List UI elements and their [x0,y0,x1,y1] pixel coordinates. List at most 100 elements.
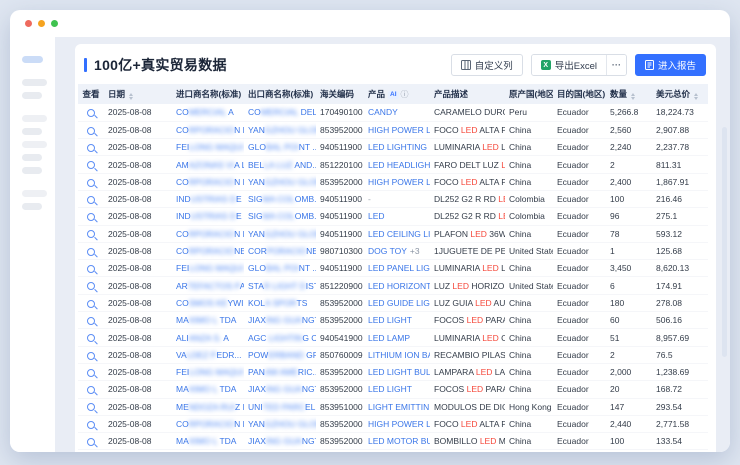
row-product[interactable]: LIGHT EMITTIN+1 [364,398,430,415]
row-importer[interactable]: COMERCIAL A [172,104,244,121]
view-details-icon[interactable] [87,179,95,187]
row-exporter[interactable]: JIAXING GUANGT... [244,381,316,398]
row-product[interactable]: LED MOTOR BULB [364,433,430,450]
row-product[interactable]: HIGH POWER LED F [364,121,430,138]
row-importer[interactable]: COSMOS KEYWI... [172,294,244,311]
row-exporter[interactable]: YANGZHOU GLOBAL LI... [244,173,316,190]
row-origin: China [505,363,553,380]
customize-columns-button[interactable]: 自定义列 [451,54,523,76]
export-excel-button[interactable]: X 导出Excel [532,55,606,75]
row-exporter[interactable]: JIAXING GUANGT... [244,312,316,329]
view-details-icon[interactable] [87,438,95,446]
row-importer[interactable]: MAXIMO L TDA [172,433,244,450]
row-product[interactable]: HIGH POWER LED F [364,173,430,190]
row-description: RECAMBIO PILAS RE [430,346,505,363]
row-importer[interactable]: MAXIMO L TDA [172,381,244,398]
row-product[interactable]: LITHIUM ION BATTE [364,346,430,363]
view-details-icon[interactable] [87,127,95,135]
row-product[interactable]: LED LIGHTING+1 [364,139,430,156]
row-exporter[interactable]: SIGMA COLOMB... [244,208,316,225]
col-product: 产品AIⓘ [364,84,430,104]
zoom-window-icon[interactable] [51,20,58,27]
row-exporter[interactable]: CORPORACIONES... [244,242,316,259]
row-importer[interactable]: FEILONG MAQUINA ... [172,260,244,277]
row-product[interactable]: HIGH POWER LED F [364,415,430,432]
row-importer[interactable]: CORPORACION E... [172,415,244,432]
row-importer[interactable]: ARTEFACTOS PARA... [172,277,244,294]
row-exporter[interactable]: BELLA LUZ AND... [244,156,316,173]
row-importer[interactable]: FEILONG MAQUINA ... [172,139,244,156]
row-product[interactable]: LED LIGHT BULB [364,363,430,380]
row-importer[interactable]: CORPORACIONES... [172,242,244,259]
row-product[interactable]: DOG TOY+3 [364,242,430,259]
row-exporter[interactable]: STAR LIGHT DIST... [244,277,316,294]
row-exporter[interactable]: YANGZHOU GLOBAL LI... [244,121,316,138]
row-exporter[interactable]: SIGMA COLOMB... [244,190,316,207]
view-details-icon[interactable] [87,213,95,221]
row-exporter[interactable]: YANGZHOU GLOBAL LI... [244,225,316,242]
row-product[interactable]: LED LIGHT [364,381,430,398]
row-product[interactable]: LED [364,208,430,225]
row-product[interactable]: - [364,190,430,207]
view-details-icon[interactable] [87,109,95,117]
row-exporter[interactable]: JIAXING GUANGT... [244,433,316,450]
row-product[interactable]: LED HORIZONTAL L [364,277,430,294]
row-importer[interactable]: CORPORACION E... [172,225,244,242]
row-date: 2025-08-08 [104,190,172,207]
view-details-icon[interactable] [87,300,95,308]
row-importer[interactable]: MAXIMO L TDA [172,312,244,329]
col-quantity[interactable]: 数量 [606,84,652,104]
row-importer[interactable]: VALDEZ PEDR... [172,346,244,363]
view-details-icon[interactable] [87,230,95,238]
row-product[interactable]: LED GUIDE LIGHT T [364,294,430,311]
app-window: 100亿+真实贸易数据 自定义列 X 导出Excel [10,10,730,452]
row-product[interactable]: CANDY [364,104,430,121]
row-product[interactable]: LED PANEL LIG+1 [364,260,430,277]
row-usd-total: 2,907.88 [652,121,708,138]
row-importer[interactable]: ALIANZA S. A [172,329,244,346]
view-details-icon[interactable] [87,421,95,429]
view-details-icon[interactable] [87,196,95,204]
export-more-button[interactable]: ··· [606,55,626,75]
col-importer[interactable]: 进口商名称(标准) [172,84,244,104]
row-importer[interactable]: AMAZONAS VIA LTDA [172,156,244,173]
view-details-icon[interactable] [87,282,95,290]
row-importer[interactable]: CORPORACION E... [172,173,244,190]
row-importer[interactable]: FEILONG MAQUINA ... [172,363,244,380]
col-exporter[interactable]: 出口商名称(标准) [244,84,316,104]
row-importer[interactable]: CORPORACION E... [172,121,244,138]
row-exporter[interactable]: UNITED PARCEL ... [244,398,316,415]
row-exporter[interactable]: PANAM AMERIC... [244,363,316,380]
row-exporter[interactable]: GLOBAL POINT ... [244,139,316,156]
view-details-icon[interactable] [87,334,95,342]
row-importer[interactable]: INDUSTRIAS DE SIS... [172,190,244,207]
row-exporter[interactable]: AGC LIGHTING C... [244,329,316,346]
info-icon[interactable]: ⓘ [401,90,409,99]
row-exporter[interactable]: YANGZHOU GLOBAL LI... [244,415,316,432]
view-details-icon[interactable] [87,265,95,273]
minimize-window-icon[interactable] [38,20,45,27]
vertical-scrollbar[interactable] [722,127,727,357]
view-details-icon[interactable] [87,161,95,169]
row-exporter[interactable]: POWERBAND GR... [244,346,316,363]
row-importer[interactable]: INDUSTRIAS DE SIS... [172,208,244,225]
row-product[interactable]: LED LAMP [364,329,430,346]
col-date[interactable]: 日期 [104,84,172,104]
view-details-icon[interactable] [87,248,95,256]
enter-report-button[interactable]: 进入报告 [635,54,706,76]
row-product[interactable]: LED HEADLIGHT [364,156,430,173]
view-details-icon[interactable] [87,403,95,411]
row-exporter[interactable]: KOLA SPORTS [244,294,316,311]
row-product[interactable]: LED LIGHT [364,312,430,329]
col-usd-total[interactable]: 美元总价 [652,84,708,104]
row-product[interactable]: LED CEILING LIGHT [364,225,430,242]
view-details-icon[interactable] [87,352,95,360]
view-details-icon[interactable] [87,144,95,152]
view-details-icon[interactable] [87,317,95,325]
row-exporter[interactable]: COMERCIAL DEL ... [244,104,316,121]
view-details-icon[interactable] [87,369,95,377]
row-importer[interactable]: MENDOZA RUIZ M... [172,398,244,415]
row-exporter[interactable]: GLOBAL POINT ... [244,260,316,277]
close-window-icon[interactable] [25,20,32,27]
view-details-icon[interactable] [87,386,95,394]
